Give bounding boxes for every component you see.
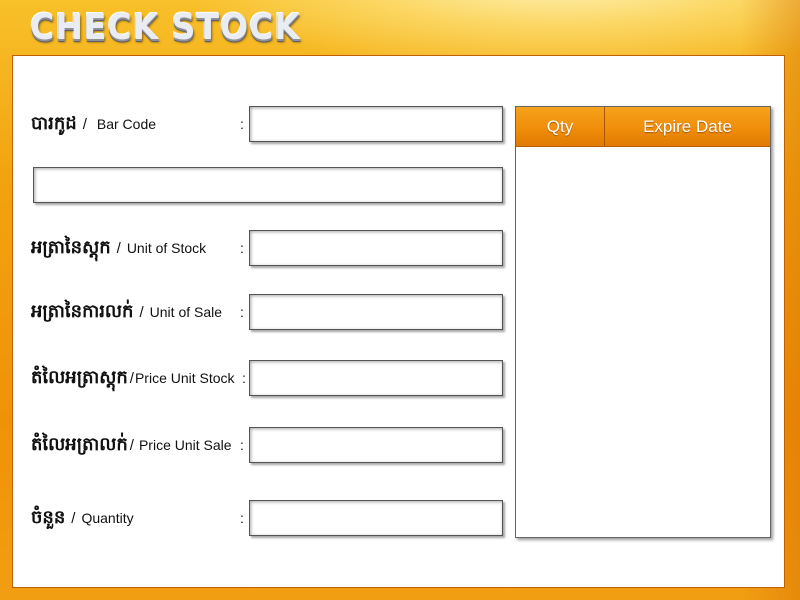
barcode-label: បារកូដ / Bar Code (31, 106, 156, 142)
unit-of-sale-separator: / (139, 304, 144, 321)
price-unit-sale-label-kh: តំលៃអត្រាលក់ (31, 434, 128, 455)
price-unit-stock-label-en: Price Unit Stock (134, 370, 235, 386)
column-header-expire-date[interactable]: Expire Date (605, 107, 770, 146)
unit-of-stock-label-kh: អត្រានៃស្តុក (31, 237, 111, 258)
barcode-separator: / (82, 116, 87, 133)
price-unit-stock-label: តំលៃអត្រាស្តុក/Price Unit Stock (31, 360, 235, 396)
barcode-colon: : (240, 116, 244, 132)
price-unit-sale-colon: : (240, 437, 244, 453)
price-unit-stock-separator: / (129, 370, 134, 387)
quantity-input[interactable] (249, 500, 503, 536)
price-unit-stock-input[interactable] (249, 360, 503, 396)
barcode-input[interactable] (249, 106, 503, 142)
price-unit-stock-label-kh: តំលៃអត្រាស្តុក (31, 367, 128, 388)
product-description-field[interactable] (33, 167, 503, 203)
unit-of-stock-separator: / (116, 240, 121, 257)
column-header-qty[interactable]: Qty (516, 107, 605, 146)
quantity-row: ចំនួន / Quantity : (13, 500, 528, 540)
quantity-label-kh: ចំនួន (31, 507, 66, 528)
unit-of-sale-label: អត្រានៃការលក់ / Unit of Sale (31, 294, 222, 330)
quantity-label: ចំនួន / Quantity (31, 500, 134, 536)
main-panel: បារកូដ / Bar Code : អត្រានៃស្តុក / Unit of S… (12, 55, 785, 588)
barcode-label-en: Bar Code (96, 116, 157, 132)
barcode-label-kh: បារកូដ (31, 113, 77, 134)
barcode-row: បារកូដ / Bar Code : (13, 106, 528, 146)
price-unit-sale-label-en: Price Unit Sale (138, 437, 232, 453)
unit-of-stock-label: អត្រានៃស្តុក / Unit of Stock (31, 230, 206, 266)
unit-of-sale-label-en: Unit of Sale (149, 304, 223, 320)
price-unit-sale-row: តំលៃអត្រាលក់ / Price Unit Sale : (13, 427, 528, 467)
unit-of-stock-row: អត្រានៃស្តុក / Unit of Stock : (13, 230, 528, 270)
unit-of-stock-colon: : (240, 240, 244, 256)
grid-header: Qty Expire Date (516, 107, 770, 147)
unit-of-stock-input[interactable] (249, 230, 503, 266)
unit-of-sale-input[interactable] (249, 294, 503, 330)
grid-body[interactable] (516, 147, 770, 537)
stock-expiry-grid[interactable]: Qty Expire Date (515, 106, 771, 538)
unit-of-sale-row: អត្រានៃការលក់ / Unit of Sale : (13, 294, 528, 334)
quantity-separator: / (71, 510, 76, 527)
unit-of-stock-label-en: Unit of Stock (126, 240, 207, 256)
price-unit-sale-label: តំលៃអត្រាលក់ / Price Unit Sale (31, 427, 232, 463)
page-title: CHECK STOCK (30, 7, 301, 48)
price-unit-sale-separator: / (129, 437, 134, 454)
price-unit-stock-row: តំលៃអត្រាស្តុក/Price Unit Stock : (13, 360, 528, 400)
price-unit-sale-input[interactable] (249, 427, 503, 463)
unit-of-sale-colon: : (240, 304, 244, 320)
quantity-colon: : (240, 510, 244, 526)
price-unit-stock-colon: : (242, 370, 246, 386)
quantity-label-en: Quantity (81, 510, 134, 526)
unit-of-sale-label-kh: អត្រានៃការលក់ (31, 301, 134, 322)
